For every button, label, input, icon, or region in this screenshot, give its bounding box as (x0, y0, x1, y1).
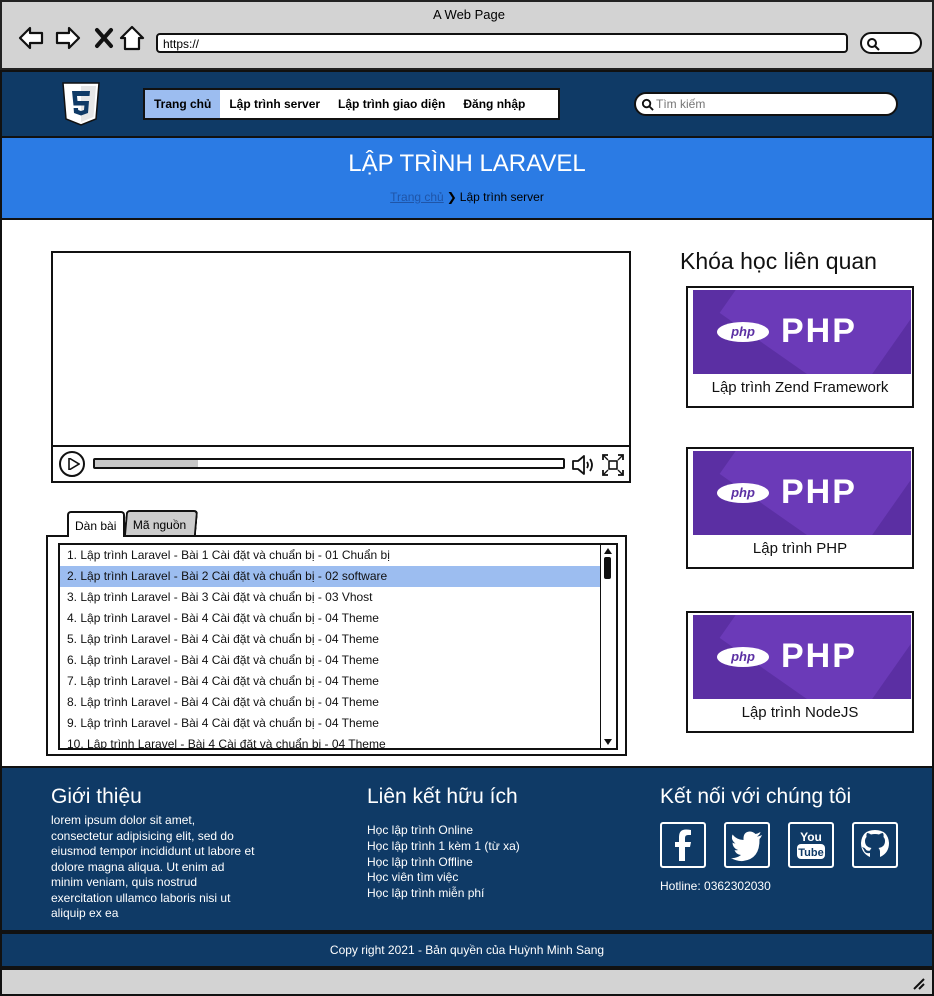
related-courses-title: Khóa học liên quan (680, 248, 877, 274)
video-progress-bar[interactable] (93, 458, 565, 469)
footer-link[interactable]: Học lập trình Offline (367, 855, 597, 871)
lesson-item[interactable]: 1. Lập trình Laravel - Bài 1 Cài đặt và … (60, 545, 616, 566)
facebook-icon[interactable] (660, 822, 706, 868)
tab-source-code[interactable]: Mã nguồn (123, 510, 199, 536)
lesson-list: 1. Lập trình Laravel - Bài 1 Cài đặt và … (58, 543, 618, 750)
menu-item-server[interactable]: Lập trình server (220, 90, 329, 118)
resize-grip-icon[interactable] (912, 978, 926, 990)
stop-icon[interactable] (90, 24, 118, 52)
lesson-item-selected[interactable]: 2. Lập trình Laravel - Bài 2 Cài đặt và … (60, 566, 616, 587)
course-card[interactable]: php PHP Lập trình PHP (686, 447, 914, 569)
php-logo-small: php (717, 647, 769, 667)
youtube-icon[interactable]: You Tube (788, 822, 834, 868)
footer-about-title: Giới thiệu (51, 785, 142, 808)
course-card[interactable]: php PHP Lập trình NodeJS (686, 611, 914, 733)
browser-statusbar (0, 968, 934, 996)
search-input[interactable] (656, 96, 886, 112)
play-icon (68, 458, 80, 470)
lesson-item[interactable]: 5. Lập trình Laravel - Bài 4 Cài đặt và … (60, 629, 616, 650)
lesson-list-panel: 1. Lập trình Laravel - Bài 1 Cài đặt và … (46, 535, 627, 756)
footer-link[interactable]: Học lập trình miễn phí (367, 886, 597, 902)
footer-about-text: lorem ipsum dolor sit amet, consectetur … (51, 813, 255, 920)
php-logo-image: php PHP (693, 451, 911, 535)
tab-outline[interactable]: Dàn bài (67, 511, 125, 537)
video-controls (53, 445, 629, 481)
php-logo-text: PHP (781, 473, 857, 511)
twitter-icon[interactable] (724, 822, 770, 868)
breadcrumb: Trang chủ ❯ Lập trình server (0, 190, 934, 204)
lesson-scrollbar[interactable] (600, 545, 616, 748)
youtube-tube-text: Tube (798, 847, 823, 859)
site-search (634, 92, 898, 116)
lesson-item[interactable]: 6. Lập trình Laravel - Bài 4 Cài đặt và … (60, 650, 616, 671)
footer-connect-title: Kết nối với chúng tôi (660, 785, 852, 808)
home-icon[interactable] (118, 24, 146, 52)
php-logo-small: php (717, 483, 769, 503)
video-player[interactable] (51, 251, 631, 483)
scrollbar-thumb[interactable] (604, 557, 611, 579)
browser-search-field[interactable] (860, 32, 922, 54)
php-logo-text: PHP (781, 637, 857, 675)
breadcrumb-current: Lập trình server (459, 190, 544, 204)
footer-link[interactable]: Học lập trình Online (367, 823, 597, 839)
window-title: A Web Page (432, 7, 506, 22)
browser-chrome: A Web Page https:// (0, 0, 934, 70)
search-icon (641, 98, 654, 111)
php-logo-text: PHP (781, 312, 857, 350)
menu-item-home[interactable]: Trang chủ (145, 90, 221, 118)
lesson-item[interactable]: 4. Lập trình Laravel - Bài 4 Cài đặt và … (60, 608, 616, 629)
lesson-item[interactable]: 10. Lập trình Laravel - Bài 4 Cài đặt và… (60, 734, 616, 748)
html5-logo[interactable] (62, 82, 100, 126)
scroll-down-icon[interactable] (603, 738, 613, 746)
footer-link[interactable]: Học lập trình 1 kèm 1 (từ xa) (367, 839, 597, 855)
lesson-item[interactable]: 3. Lập trình Laravel - Bài 3 Cài đặt và … (60, 587, 616, 608)
footer-links: Học lập trình Online Học lập trình 1 kèm… (367, 823, 597, 902)
footer-link[interactable]: Học viên tìm việc (367, 870, 597, 886)
main-menu: Trang chủ Lập trình server Lập trình gia… (143, 88, 560, 120)
video-progress-fill (95, 460, 198, 467)
volume-icon[interactable] (571, 453, 597, 477)
course-title[interactable]: Lập trình NodeJS (688, 704, 912, 721)
search-icon (867, 38, 880, 51)
url-bar[interactable]: https:// (156, 33, 848, 53)
breadcrumb-home-link[interactable]: Trang chủ (390, 190, 444, 204)
forward-icon[interactable] (54, 24, 82, 52)
lesson-item[interactable]: 9. Lập trình Laravel - Bài 4 Cài đặt và … (60, 713, 616, 734)
course-title[interactable]: Lập trình PHP (688, 540, 912, 557)
play-button[interactable] (59, 451, 85, 477)
scroll-up-icon[interactable] (603, 547, 613, 555)
php-logo-image: php PHP (693, 290, 911, 374)
youtube-you-text: You (800, 830, 822, 844)
php-logo-image: php PHP (693, 615, 911, 699)
menu-item-frontend[interactable]: Lập trình giao diện (329, 90, 454, 118)
lesson-item[interactable]: 7. Lập trình Laravel - Bài 4 Cài đặt và … (60, 671, 616, 692)
breadcrumb-chevron-icon: ❯ (446, 190, 457, 204)
hotline: Hotline: 0362302030 (660, 879, 771, 893)
copyright: Copy right 2021 - Bản quyền của Huỳnh Mi… (0, 932, 934, 968)
page-title: LẬP TRÌNH LARAVEL (348, 150, 586, 177)
tab-source-code-label: Mã nguồn (132, 518, 187, 532)
course-card[interactable]: php PHP Lập trình Zend Framework (686, 286, 914, 408)
github-icon[interactable] (852, 822, 898, 868)
course-title[interactable]: Lập trình Zend Framework (688, 379, 912, 396)
php-logo-small: php (717, 322, 769, 342)
back-icon[interactable] (17, 24, 45, 52)
lesson-item[interactable]: 8. Lập trình Laravel - Bài 4 Cài đặt và … (60, 692, 616, 713)
menu-item-login[interactable]: Đăng nhập (454, 90, 534, 118)
fullscreen-icon[interactable] (601, 453, 625, 477)
footer-links-title: Liên kết hữu ích (367, 785, 518, 808)
